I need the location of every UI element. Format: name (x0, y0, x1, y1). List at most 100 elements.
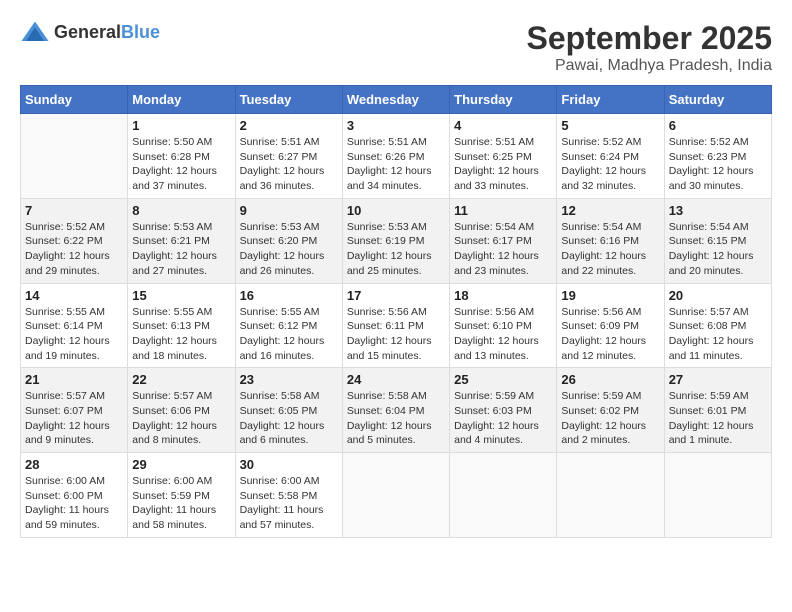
calendar-header-row: SundayMondayTuesdayWednesdayThursdayFrid… (21, 86, 772, 114)
day-number: 18 (454, 288, 552, 303)
calendar-cell: 29 Sunrise: 6:00 AM Sunset: 5:59 PM Dayli… (128, 453, 235, 538)
day-info: Sunrise: 5:57 AM Sunset: 6:08 PM Dayligh… (669, 305, 767, 364)
day-info: Sunrise: 5:50 AM Sunset: 6:28 PM Dayligh… (132, 135, 230, 194)
day-number: 7 (25, 203, 123, 218)
day-number: 24 (347, 372, 445, 387)
header-monday: Monday (128, 86, 235, 114)
day-info: Sunrise: 5:55 AM Sunset: 6:13 PM Dayligh… (132, 305, 230, 364)
calendar-cell: 3Sunrise: 5:51 AM Sunset: 6:26 PM Daylig… (342, 114, 449, 199)
day-info: Sunrise: 6:00 AM Sunset: 6:00 PM Dayligh… (25, 474, 123, 533)
logo-general-text: General (54, 22, 121, 42)
day-number: 29 (132, 457, 230, 472)
day-number: 11 (454, 203, 552, 218)
calendar-cell (450, 453, 557, 538)
day-info: Sunrise: 5:56 AM Sunset: 6:10 PM Dayligh… (454, 305, 552, 364)
calendar-cell: 13 Sunrise: 5:54 AM Sunset: 6:15 PM Dayli… (664, 198, 771, 283)
calendar-cell: 2 Sunrise: 5:51 AM Sunset: 6:27 PM Daylig… (235, 114, 342, 199)
day-number: 6 (669, 118, 767, 133)
day-number: 27 (669, 372, 767, 387)
day-number: 2 (240, 118, 338, 133)
day-info: Sunrise: 5:51 AM Sunset: 6:27 PM Dayligh… (240, 135, 338, 194)
calendar-cell: 17 Sunrise: 5:56 AM Sunset: 6:11 PM Dayli… (342, 283, 449, 368)
calendar-cell (342, 453, 449, 538)
calendar-cell: 28Sunrise: 6:00 AM Sunset: 6:00 PM Dayli… (21, 453, 128, 538)
logo-blue-text: Blue (121, 22, 160, 42)
header-wednesday: Wednesday (342, 86, 449, 114)
calendar-cell: 20 Sunrise: 5:57 AM Sunset: 6:08 PM Dayli… (664, 283, 771, 368)
day-number: 5 (561, 118, 659, 133)
day-number: 16 (240, 288, 338, 303)
day-number: 22 (132, 372, 230, 387)
calendar-cell: 4Sunrise: 5:51 AM Sunset: 6:25 PM Daylig… (450, 114, 557, 199)
day-info: Sunrise: 5:58 AM Sunset: 6:04 PM Dayligh… (347, 389, 445, 448)
calendar-cell: 21 Sunrise: 5:57 AM Sunset: 6:07 PM Dayli… (21, 368, 128, 453)
day-info: Sunrise: 5:53 AM Sunset: 6:21 PM Dayligh… (132, 220, 230, 279)
day-number: 26 (561, 372, 659, 387)
calendar-cell (664, 453, 771, 538)
page-header: GeneralBlue September 2025 Pawai, Madhya… (20, 20, 772, 75)
calendar-table: SundayMondayTuesdayWednesdayThursdayFrid… (20, 85, 772, 538)
day-number: 10 (347, 203, 445, 218)
day-info: Sunrise: 5:54 AM Sunset: 6:17 PM Dayligh… (454, 220, 552, 279)
calendar-cell (557, 453, 664, 538)
calendar-cell: 9Sunrise: 5:53 AM Sunset: 6:20 PM Daylig… (235, 198, 342, 283)
calendar-cell: 6 Sunrise: 5:52 AM Sunset: 6:23 PM Daylig… (664, 114, 771, 199)
day-info: Sunrise: 5:56 AM Sunset: 6:09 PM Dayligh… (561, 305, 659, 364)
calendar-cell: 24 Sunrise: 5:58 AM Sunset: 6:04 PM Dayli… (342, 368, 449, 453)
day-number: 19 (561, 288, 659, 303)
day-number: 21 (25, 372, 123, 387)
calendar-cell: 27 Sunrise: 5:59 AM Sunset: 6:01 PM Dayli… (664, 368, 771, 453)
calendar-cell: 14 Sunrise: 5:55 AM Sunset: 6:14 PM Dayli… (21, 283, 128, 368)
calendar-cell: 8 Sunrise: 5:53 AM Sunset: 6:21 PM Daylig… (128, 198, 235, 283)
day-info: Sunrise: 5:59 AM Sunset: 6:03 PM Dayligh… (454, 389, 552, 448)
calendar-cell: 19 Sunrise: 5:56 AM Sunset: 6:09 PM Dayli… (557, 283, 664, 368)
header-thursday: Thursday (450, 86, 557, 114)
day-info: Sunrise: 5:59 AM Sunset: 6:02 PM Dayligh… (561, 389, 659, 448)
day-number: 20 (669, 288, 767, 303)
day-info: Sunrise: 5:56 AM Sunset: 6:11 PM Dayligh… (347, 305, 445, 364)
day-info: Sunrise: 5:54 AM Sunset: 6:15 PM Dayligh… (669, 220, 767, 279)
calendar-cell: 23Sunrise: 5:58 AM Sunset: 6:05 PM Dayli… (235, 368, 342, 453)
header-tuesday: Tuesday (235, 86, 342, 114)
day-info: Sunrise: 5:54 AM Sunset: 6:16 PM Dayligh… (561, 220, 659, 279)
day-number: 8 (132, 203, 230, 218)
day-info: Sunrise: 5:59 AM Sunset: 6:01 PM Dayligh… (669, 389, 767, 448)
header-sunday: Sunday (21, 86, 128, 114)
header-saturday: Saturday (664, 86, 771, 114)
calendar-cell (21, 114, 128, 199)
day-info: Sunrise: 5:52 AM Sunset: 6:22 PM Dayligh… (25, 220, 123, 279)
day-number: 14 (25, 288, 123, 303)
day-info: Sunrise: 5:55 AM Sunset: 6:14 PM Dayligh… (25, 305, 123, 364)
day-number: 13 (669, 203, 767, 218)
day-info: Sunrise: 5:57 AM Sunset: 6:06 PM Dayligh… (132, 389, 230, 448)
day-number: 12 (561, 203, 659, 218)
day-info: Sunrise: 5:55 AM Sunset: 6:12 PM Dayligh… (240, 305, 338, 364)
day-info: Sunrise: 5:58 AM Sunset: 6:05 PM Dayligh… (240, 389, 338, 448)
day-info: Sunrise: 5:57 AM Sunset: 6:07 PM Dayligh… (25, 389, 123, 448)
calendar-cell: 5 Sunrise: 5:52 AM Sunset: 6:24 PM Daylig… (557, 114, 664, 199)
calendar-cell: 11 Sunrise: 5:54 AM Sunset: 6:17 PM Dayli… (450, 198, 557, 283)
day-info: Sunrise: 5:51 AM Sunset: 6:25 PM Dayligh… (454, 135, 552, 194)
calendar-cell: 22 Sunrise: 5:57 AM Sunset: 6:06 PM Dayli… (128, 368, 235, 453)
calendar-cell: 1 Sunrise: 5:50 AM Sunset: 6:28 PM Daylig… (128, 114, 235, 199)
day-info: Sunrise: 5:52 AM Sunset: 6:24 PM Dayligh… (561, 135, 659, 194)
logo-icon (20, 20, 50, 44)
day-number: 3 (347, 118, 445, 133)
calendar-cell: 7 Sunrise: 5:52 AM Sunset: 6:22 PM Daylig… (21, 198, 128, 283)
day-number: 15 (132, 288, 230, 303)
day-info: Sunrise: 5:52 AM Sunset: 6:23 PM Dayligh… (669, 135, 767, 194)
day-number: 17 (347, 288, 445, 303)
day-info: Sunrise: 6:00 AM Sunset: 5:59 PM Dayligh… (132, 474, 230, 533)
title-area: September 2025 Pawai, Madhya Pradesh, In… (527, 20, 772, 75)
location-title: Pawai, Madhya Pradesh, India (527, 57, 772, 75)
day-info: Sunrise: 6:00 AM Sunset: 5:58 PM Dayligh… (240, 474, 338, 533)
calendar-cell: 26 Sunrise: 5:59 AM Sunset: 6:02 PM Dayli… (557, 368, 664, 453)
week-row-1: 7 Sunrise: 5:52 AM Sunset: 6:22 PM Daylig… (21, 198, 772, 283)
day-number: 9 (240, 203, 338, 218)
week-row-0: 1 Sunrise: 5:50 AM Sunset: 6:28 PM Daylig… (21, 114, 772, 199)
day-info: Sunrise: 5:53 AM Sunset: 6:19 PM Dayligh… (347, 220, 445, 279)
calendar-cell: 25Sunrise: 5:59 AM Sunset: 6:03 PM Dayli… (450, 368, 557, 453)
calendar-cell: 18 Sunrise: 5:56 AM Sunset: 6:10 PM Dayli… (450, 283, 557, 368)
day-number: 30 (240, 457, 338, 472)
day-number: 1 (132, 118, 230, 133)
